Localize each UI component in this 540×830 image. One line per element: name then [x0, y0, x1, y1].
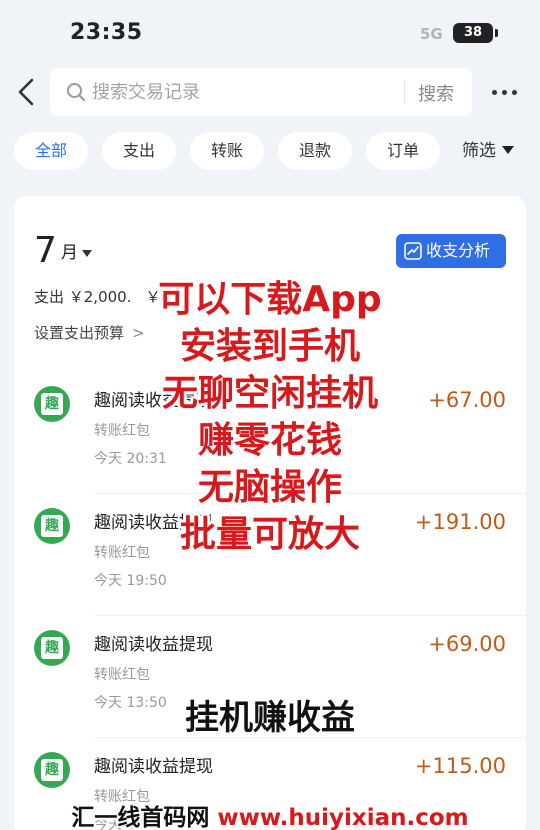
search-input[interactable]: [92, 76, 392, 108]
transaction-title: 趣阅读收益提现: [94, 635, 213, 655]
analysis-button[interactable]: 收支分析: [396, 234, 506, 268]
filter-chip-expense[interactable]: 支出: [102, 132, 176, 170]
filter-bar: 全部 支出 转账 退款 订单 筛选: [0, 132, 540, 172]
transaction-amount: +69.00: [428, 632, 506, 656]
promo-line: 批量可放大: [179, 514, 360, 555]
dropdown-triangle-icon: [502, 146, 514, 154]
filter-chip-order[interactable]: 订单: [366, 132, 440, 170]
transaction-title: 趣阅读收益提现: [94, 757, 213, 777]
status-time: 23:35: [70, 20, 143, 45]
transaction-type: 转账红包: [94, 667, 150, 683]
filter-chip-transfer[interactable]: 转账: [190, 132, 264, 170]
battery-icon: 38: [453, 23, 498, 43]
search-header: 搜索: [0, 66, 540, 120]
promo-line: 无脑操作: [197, 467, 342, 508]
promo-caption: 挂机赚收益: [185, 698, 355, 738]
promo-line: 安装到手机: [179, 326, 360, 367]
network-indicator: 5G: [420, 25, 443, 43]
promo-overlay: 可以下载App 安装到手机 无聊空闲挂机 赚零花钱 无脑操作 批量可放大: [0, 276, 540, 558]
more-options-icon[interactable]: [488, 80, 520, 104]
search-bar[interactable]: 搜索: [50, 68, 472, 116]
site-watermark: 汇一线首码网 www.huiyixian.com: [0, 798, 540, 830]
search-divider: [404, 80, 405, 104]
month-selector[interactable]: 7月: [34, 230, 92, 271]
month-unit: 月: [60, 243, 78, 263]
promo-line: 可以下载App: [158, 279, 382, 320]
back-button[interactable]: [12, 74, 42, 110]
month-dropdown-icon: [81, 250, 92, 257]
filter-label: 筛选: [462, 141, 496, 161]
filter-dropdown[interactable]: 筛选: [462, 132, 514, 170]
status-bar: 23:35 5G 38: [0, 0, 540, 62]
app-logo-icon: 趣: [34, 752, 70, 788]
app-logo-icon: 趣: [34, 630, 70, 666]
filter-chip-all[interactable]: 全部: [14, 132, 88, 170]
filter-chip-refund[interactable]: 退款: [278, 132, 352, 170]
search-icon: [67, 83, 85, 101]
promo-line: 无聊空闲挂机: [161, 373, 378, 414]
watermark-url: www.huiyixian.com: [217, 805, 469, 830]
analysis-label: 收支分析: [426, 241, 491, 260]
search-button[interactable]: 搜索: [418, 80, 454, 106]
watermark-name: 汇一线首码网: [71, 805, 210, 830]
promo-line: 赚零花钱: [197, 420, 342, 461]
back-arrow-icon: [18, 78, 34, 106]
transaction-amount: +115.00: [414, 754, 506, 778]
month-number: 7: [34, 230, 57, 271]
chart-trend-icon: [404, 242, 422, 260]
transaction-time: 今天 19:50: [94, 573, 167, 589]
